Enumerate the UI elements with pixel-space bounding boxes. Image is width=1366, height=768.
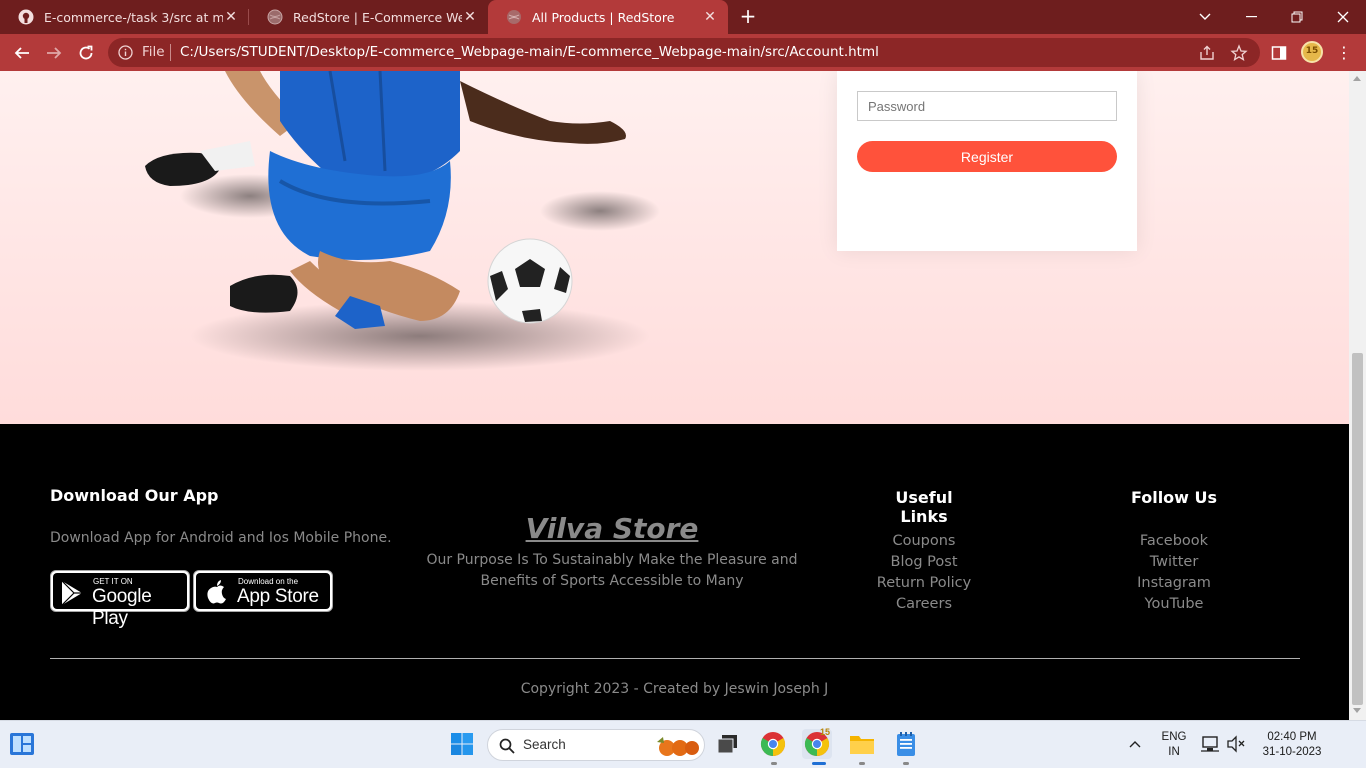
- chrome-profile-badge: 15: [820, 727, 831, 737]
- page-viewport: Register Download Our App Download App f…: [0, 71, 1349, 720]
- tab-title: RedStore | E-Commerce Website: [293, 9, 462, 25]
- tab-title: All Products | RedStore: [532, 9, 675, 25]
- profile-avatar[interactable]: 15: [1301, 41, 1323, 63]
- purpose-line: Our Purpose Is To Sustainably Make the P…: [426, 552, 798, 568]
- restore-icon[interactable]: [1274, 0, 1320, 34]
- footer-divider: [50, 658, 1300, 659]
- tab-title: E-commerce-/task 3/src at main: [44, 9, 223, 25]
- minimize-icon[interactable]: [1228, 0, 1274, 34]
- apple-icon: [207, 580, 226, 604]
- copyright-text: Copyright 2023 - Created by Jeswin Josep…: [520, 681, 829, 697]
- halloween-pumpkins-icon: [657, 737, 699, 756]
- footer-link-instagram[interactable]: Instagram: [1104, 573, 1244, 594]
- footer-link-blog-post[interactable]: Blog Post: [854, 552, 994, 573]
- new-tab-plus-icon[interactable]: +: [737, 5, 759, 27]
- windows-start-icon[interactable]: [447, 729, 477, 759]
- app-store-badge[interactable]: Download on the App Store: [193, 570, 333, 612]
- footer-link-coupons[interactable]: Coupons: [854, 531, 994, 552]
- browser-tab-strip: E-commerce-/task 3/src at main ✕ RedStor…: [0, 0, 1366, 34]
- file-explorer-icon[interactable]: [847, 729, 877, 759]
- github-icon: [18, 9, 34, 25]
- purpose-line: Benefits of Sports Accessible to Many: [480, 573, 744, 589]
- footer-link-return-policy[interactable]: Return Policy: [854, 573, 994, 594]
- running-indicator: [859, 762, 865, 765]
- address-bar[interactable]: File C:/Users/STUDENT/Desktop/E-commerce…: [108, 38, 1260, 67]
- useful-links-list: Coupons Blog Post Return Policy Careers: [854, 531, 994, 615]
- globe-icon: [267, 9, 283, 25]
- chrome-icon[interactable]: [758, 729, 788, 759]
- account-hero-section: Register: [0, 71, 1349, 424]
- follow-us-list: Facebook Twitter Instagram YouTube: [1104, 531, 1244, 615]
- volume-muted-icon[interactable]: [1223, 729, 1249, 759]
- language-line: ENG: [1161, 731, 1187, 743]
- badge-small-text: GET IT ON: [93, 577, 133, 586]
- close-icon[interactable]: ✕: [223, 9, 239, 25]
- active-indicator: [812, 762, 826, 765]
- chevron-up-icon[interactable]: [1120, 729, 1150, 759]
- scheme-label: File: [142, 44, 165, 60]
- site-footer: Download Our App Download App for Androi…: [0, 424, 1349, 720]
- omnibox-divider: [170, 44, 171, 61]
- footer-link-careers[interactable]: Careers: [854, 594, 994, 615]
- close-icon[interactable]: ✕: [702, 9, 718, 25]
- register-form-card: Register: [837, 71, 1137, 251]
- running-indicator: [903, 762, 909, 765]
- menu-kebab-icon[interactable]: ⋮: [1336, 42, 1352, 64]
- widgets-icon[interactable]: [7, 729, 37, 759]
- windows-taskbar: Search 15 ENG IN 02:40 PM 31-10-2023: [0, 720, 1366, 768]
- profile-badge: 15: [1305, 46, 1319, 56]
- forward-arrow-icon[interactable]: [40, 39, 68, 67]
- scroll-down-arrow-icon[interactable]: [1353, 708, 1361, 713]
- tab-search-chevron-icon[interactable]: [1182, 0, 1228, 34]
- info-icon[interactable]: [118, 45, 133, 60]
- tab-all-products[interactable]: All Products | RedStore ✕: [488, 0, 728, 34]
- tab-github[interactable]: E-commerce-/task 3/src at main ✕: [0, 0, 249, 34]
- url-text[interactable]: C:/Users/STUDENT/Desktop/E-commerce_Webp…: [180, 44, 879, 60]
- running-indicator: [771, 762, 777, 765]
- vilva-store-logo[interactable]: Vilva Store: [0, 512, 1224, 545]
- useful-links-heading: Useful Links: [895, 488, 953, 526]
- search-icon: [499, 738, 515, 754]
- tab-redstore[interactable]: RedStore | E-Commerce Website ✕: [249, 0, 488, 34]
- language-indicator[interactable]: ENG IN: [1156, 730, 1192, 760]
- register-button[interactable]: Register: [857, 141, 1117, 172]
- scroll-up-arrow-icon[interactable]: [1353, 76, 1361, 81]
- language-line: IN: [1168, 746, 1180, 758]
- badge-big-text: App Store: [237, 586, 319, 607]
- task-view-icon[interactable]: [713, 729, 743, 759]
- clock[interactable]: 02:40 PM 31-10-2023: [1256, 730, 1328, 760]
- close-icon[interactable]: ✕: [462, 9, 478, 25]
- window-close-icon[interactable]: [1320, 0, 1366, 34]
- globe-icon: [506, 9, 522, 25]
- badge-small-text: Download on the: [238, 577, 299, 586]
- footer-link-facebook[interactable]: Facebook: [1104, 531, 1244, 552]
- notepad-icon[interactable]: [891, 729, 921, 759]
- page-scrollbar[interactable]: [1349, 71, 1366, 720]
- purpose-text: Our Purpose Is To Sustainably Make the P…: [412, 550, 812, 592]
- chrome-profile-icon[interactable]: 15: [802, 727, 832, 759]
- bookmark-star-icon[interactable]: [1230, 44, 1248, 62]
- footer-link-twitter[interactable]: Twitter: [1104, 552, 1244, 573]
- footer-link-youtube[interactable]: YouTube: [1104, 594, 1244, 615]
- taskbar-search-box[interactable]: Search: [487, 729, 705, 761]
- browser-toolbar: File C:/Users/STUDENT/Desktop/E-commerce…: [0, 34, 1366, 71]
- play-store-icon: [61, 580, 82, 606]
- badge-big-text: Google Play: [92, 586, 152, 629]
- google-play-badge[interactable]: GET IT ON Google Play: [50, 570, 190, 629]
- search-label: Search: [523, 737, 566, 752]
- password-field[interactable]: [857, 91, 1117, 121]
- side-panel-icon[interactable]: [1268, 42, 1290, 64]
- download-app-heading: Download Our App: [50, 486, 219, 505]
- reload-icon[interactable]: [72, 39, 100, 67]
- follow-us-heading: Follow Us: [1130, 488, 1218, 507]
- network-icon[interactable]: [1197, 729, 1223, 759]
- share-icon[interactable]: [1198, 44, 1216, 62]
- scrollbar-thumb[interactable]: [1352, 353, 1363, 705]
- clock-time: 02:40 PM: [1267, 731, 1317, 743]
- soccer-player-image: [145, 71, 660, 371]
- back-arrow-icon[interactable]: [8, 39, 36, 67]
- clock-date: 31-10-2023: [1262, 746, 1322, 758]
